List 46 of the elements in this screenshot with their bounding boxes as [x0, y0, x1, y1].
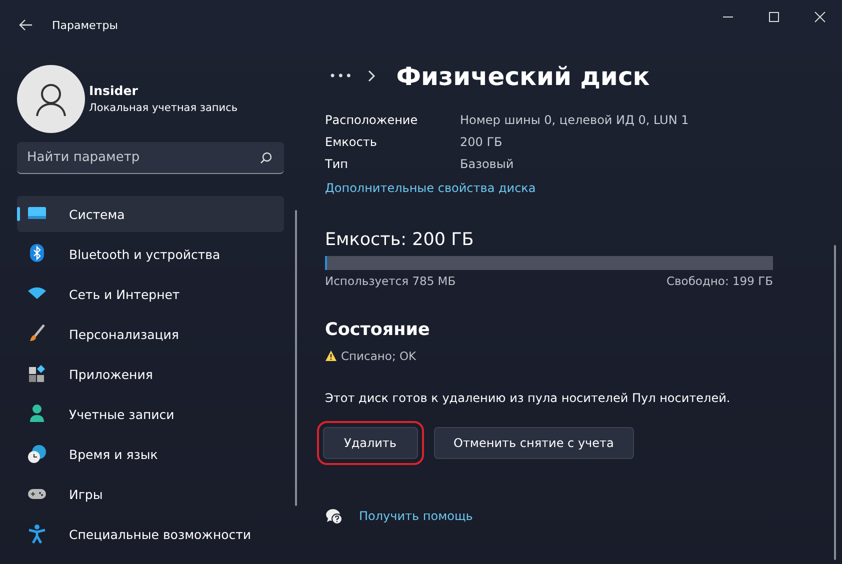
back-arrow-icon — [19, 19, 33, 31]
status-heading: Состояние — [325, 320, 431, 340]
chevron-right-icon — [367, 70, 376, 82]
nav-item[interactable]: Система — [17, 196, 284, 232]
close-icon — [814, 11, 826, 23]
accessibility-figure-icon — [27, 524, 47, 544]
account-type: Локальная учетная запись — [89, 102, 238, 114]
description-text: Этот диск готов к удалению из пула носителей Пул носителей. — [325, 391, 732, 405]
search-icon — [260, 152, 272, 164]
property-label: Расположение — [325, 113, 419, 127]
nav-item[interactable]: Bluetooth и устройства — [17, 236, 284, 272]
nav-item[interactable]: Приложения — [17, 356, 284, 392]
avatar-person-icon — [17, 65, 85, 133]
property-label: Тип — [325, 157, 349, 171]
property-value: Базовый — [460, 157, 515, 171]
used-space: Используется 785 МБ — [325, 274, 456, 288]
property-label: Емкость — [325, 135, 378, 149]
account-name: Insider — [89, 82, 139, 98]
person-icon — [27, 404, 47, 424]
page-title: Физический диск — [396, 62, 650, 90]
capacity-heading: Емкость: 200 ГБ — [325, 230, 475, 250]
status-text: Списано; OK — [341, 349, 416, 363]
property-value: 200 ГБ — [460, 135, 504, 149]
property-value: Номер шины 0, целевой ИД 0, LUN 1 — [460, 113, 690, 127]
paintbrush-icon — [27, 324, 47, 344]
globe-clock-icon — [27, 444, 47, 464]
free-space: Свободно: 199 ГБ — [666, 274, 773, 288]
help-link[interactable]: Получить помощь — [359, 509, 473, 523]
more-link[interactable]: ••• — [329, 69, 354, 83]
scrollbar[interactable] — [834, 245, 836, 560]
apps-grid-icon — [27, 364, 47, 384]
help-chat-icon — [325, 507, 343, 525]
bluetooth-icon — [27, 244, 47, 264]
nav-item[interactable]: Учетные записи — [17, 396, 284, 432]
maximize-icon — [768, 11, 780, 23]
nav-item[interactable]: Время и язык — [17, 436, 284, 472]
nav-item[interactable]: Специальные возможности — [17, 516, 284, 552]
window-title: Параметры — [52, 18, 118, 32]
nav-item[interactable]: Сеть и Интернет — [17, 276, 284, 312]
search-field[interactable]: Найти параметр — [17, 142, 284, 174]
nav-item[interactable]: Игры — [17, 476, 284, 512]
action-button[interactable]: Отменить снятие с учета — [434, 427, 634, 459]
disk-properties-link[interactable]: Дополнительные свойства диска — [325, 181, 536, 195]
action-button[interactable]: Удалить — [323, 427, 418, 459]
nav-item[interactable]: Персонализация — [17, 316, 284, 352]
scrollbar[interactable] — [295, 210, 297, 506]
